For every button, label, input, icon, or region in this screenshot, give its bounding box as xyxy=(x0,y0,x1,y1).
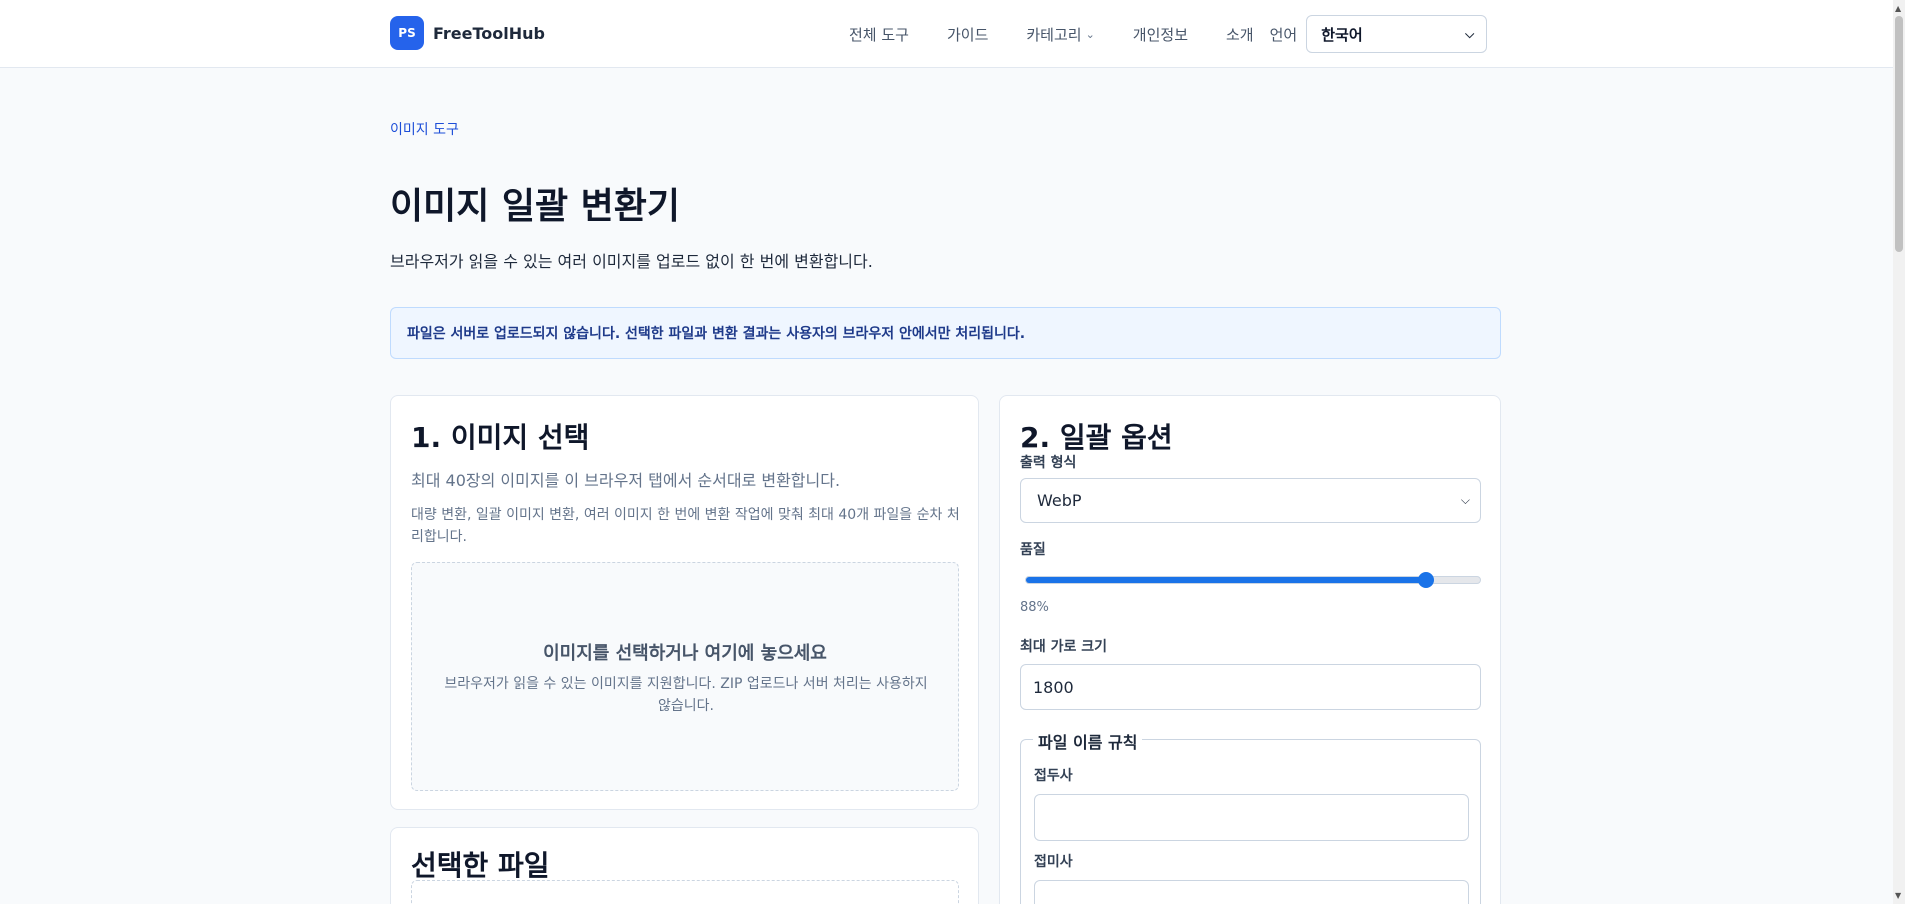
chevron-down-icon: ⌵ xyxy=(1465,26,1475,41)
image-select-help: 대량 변환, 일괄 이미지 변환, 여러 이미지 한 번에 변환 작업에 맞춰 … xyxy=(411,507,960,545)
output-format-select[interactable]: WebP ⌵ xyxy=(1020,478,1481,523)
page-title: 이미지 일괄 변환기 xyxy=(390,186,681,227)
scroll-up-arrow-icon[interactable]: ▲ xyxy=(1895,4,1901,13)
scroll-down-arrow-icon[interactable]: ▼ xyxy=(1895,891,1901,900)
nav-all-tools[interactable]: 전체 도구 xyxy=(849,24,909,45)
page-description: 브라우저가 읽을 수 있는 여러 이미지를 업로드 없이 한 번에 변환합니다. xyxy=(390,252,873,271)
nav-about[interactable]: 소개 xyxy=(1226,24,1254,45)
suffix-label: 접미사 xyxy=(1034,854,1073,870)
site-header: PS FreeToolHub 전체 도구 가이드 카테고리 ⌄ 개인정보 소개 … xyxy=(0,0,1893,68)
selected-files-title: 선택한 파일 xyxy=(411,849,550,882)
page-scrollbar[interactable]: ▲ ▼ xyxy=(1893,0,1905,904)
image-select-subtitle: 최대 40장의 이미지를 이 브라우저 탭에서 순서대로 변환합니다. xyxy=(411,471,841,490)
nav-category[interactable]: 카테고리 ⌄ xyxy=(1026,24,1094,45)
quality-slider[interactable] xyxy=(1025,576,1481,584)
file-naming-legend: 파일 이름 규칙 xyxy=(1033,729,1143,753)
privacy-notice: 파일은 서버로 업로드되지 않습니다. 선택한 파일과 변환 결과는 사용자의 … xyxy=(390,307,1501,359)
main-nav: 전체 도구 가이드 카테고리 ⌄ 개인정보 소개 언어 한국어 ⌵ xyxy=(849,0,1488,68)
breadcrumb[interactable]: 이미지 도구 xyxy=(390,119,459,139)
image-dropzone[interactable]: 이미지를 선택하거나 여기에 놓으세요 브라우저가 읽을 수 있는 이미지를 지… xyxy=(411,562,959,791)
scrollbar-thumb[interactable] xyxy=(1895,16,1903,252)
quality-slider-thumb[interactable] xyxy=(1418,572,1435,588)
chevron-down-icon: ⌄ xyxy=(1085,27,1095,41)
output-format-value: WebP xyxy=(1037,491,1082,510)
dropzone-title: 이미지를 선택하거나 여기에 놓으세요 xyxy=(543,643,827,664)
prefix-label: 접두사 xyxy=(1034,768,1073,784)
batch-options-card: 2. 일괄 옵션 출력 형식 WebP ⌵ 품질 88% 최대 가로 크기 18… xyxy=(999,395,1501,904)
logo-badge: PS xyxy=(390,16,424,50)
quality-slider-fill xyxy=(1026,577,1428,583)
max-width-input[interactable]: 1800 xyxy=(1020,664,1481,710)
prefix-input[interactable] xyxy=(1034,794,1469,841)
batch-options-title: 2. 일괄 옵션 xyxy=(1020,421,1173,454)
language-label: 언어 xyxy=(1269,25,1298,44)
output-format-label: 출력 형식 xyxy=(1020,455,1077,471)
nav-guide[interactable]: 가이드 xyxy=(947,24,988,45)
quality-label: 품질 xyxy=(1020,542,1046,558)
file-naming-fieldset: 파일 이름 규칙 접두사 접미사 xyxy=(1020,729,1481,904)
language-value: 한국어 xyxy=(1321,25,1363,44)
image-select-title: 1. 이미지 선택 xyxy=(411,421,590,454)
image-select-card: 1. 이미지 선택 최대 40장의 이미지를 이 브라우저 탭에서 순서대로 변… xyxy=(390,395,979,810)
language-select[interactable]: 한국어 ⌵ xyxy=(1306,15,1488,53)
selected-files-list xyxy=(411,880,959,904)
logo-text: FreeToolHub xyxy=(433,23,545,43)
selected-files-card: 선택한 파일 xyxy=(390,827,979,904)
chevron-down-icon: ⌵ xyxy=(1460,493,1470,507)
quality-value: 88% xyxy=(1020,600,1049,615)
dropzone-subtitle: 브라우저가 읽을 수 있는 이미지를 지원합니다. ZIP 업로드나 서버 처리… xyxy=(444,676,928,714)
nav-privacy[interactable]: 개인정보 xyxy=(1133,24,1188,45)
nav-category-label: 카테고리 xyxy=(1026,25,1082,44)
logo[interactable]: PS FreeToolHub xyxy=(390,16,545,50)
max-width-label: 최대 가로 크기 xyxy=(1020,639,1108,655)
suffix-input[interactable] xyxy=(1034,880,1469,904)
